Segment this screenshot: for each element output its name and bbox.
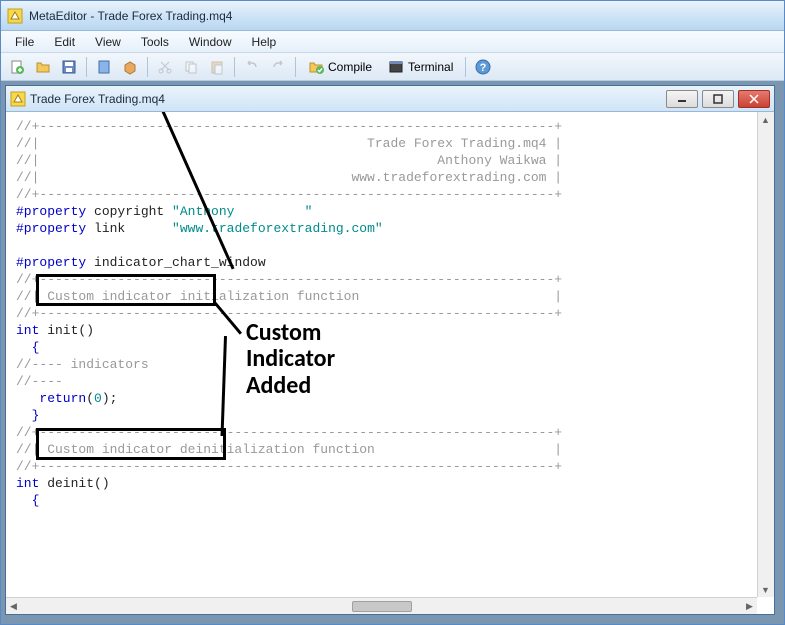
maximize-button[interactable] (702, 90, 734, 108)
paste-button[interactable] (205, 56, 229, 78)
titlebar[interactable]: MetaEditor - Trade Forex Trading.mq4 (1, 1, 784, 31)
code-token: deinit() (39, 476, 109, 491)
workspace: Trade Forex Trading.mq4 //+-------------… (1, 81, 784, 624)
terminal-icon (388, 59, 404, 75)
compile-icon (308, 59, 324, 75)
toolbar-separator (147, 57, 148, 77)
code-token: int (16, 323, 39, 338)
code-line: //---- (16, 374, 63, 389)
scroll-left-icon[interactable]: ◀ (6, 599, 21, 614)
close-button[interactable] (738, 90, 770, 108)
compile-label: Compile (328, 60, 372, 74)
code-token: ( (86, 391, 94, 406)
code-line: //| www.tradeforextrading.com | (16, 170, 562, 185)
save-button[interactable] (57, 56, 81, 78)
code-token: return (16, 391, 86, 406)
code-token: "www.tradeforextrading.com" (172, 221, 383, 236)
scroll-down-icon[interactable]: ▼ (758, 582, 773, 597)
code-line: //+-------------------------------------… (16, 119, 562, 134)
code-token: init() (39, 323, 94, 338)
code-token: #property (16, 255, 86, 270)
code-token: int (16, 476, 39, 491)
document-title: Trade Forex Trading.mq4 (30, 92, 666, 106)
compile-button[interactable]: Compile (301, 56, 379, 78)
copy-button[interactable] (179, 56, 203, 78)
document-titlebar[interactable]: Trade Forex Trading.mq4 (6, 86, 774, 112)
code-token: "Anthony " (172, 204, 312, 219)
menu-tools[interactable]: Tools (131, 33, 179, 51)
box-button[interactable] (118, 56, 142, 78)
cut-button[interactable] (153, 56, 177, 78)
code-line: //+-------------------------------------… (16, 272, 562, 287)
scroll-up-icon[interactable]: ▲ (758, 112, 773, 127)
main-window: MetaEditor - Trade Forex Trading.mq4 Fil… (0, 0, 785, 625)
redo-button[interactable] (266, 56, 290, 78)
menubar: File Edit View Tools Window Help (1, 31, 784, 53)
code-line: //+-------------------------------------… (16, 425, 562, 440)
new-file-button[interactable] (5, 56, 29, 78)
terminal-label: Terminal (408, 60, 453, 74)
code-line: //| Anthony Waikwa | (16, 153, 562, 168)
toolbar-separator (234, 57, 235, 77)
scroll-right-icon[interactable]: ▶ (742, 599, 757, 614)
code-token: copyright (86, 204, 172, 219)
editor-content[interactable]: //+-------------------------------------… (6, 112, 774, 515)
app-title: MetaEditor - Trade Forex Trading.mq4 (29, 9, 232, 23)
code-token: link (86, 221, 172, 236)
menu-view[interactable]: View (85, 33, 131, 51)
code-token: #property (16, 221, 86, 236)
help-button[interactable]: ? (471, 56, 495, 78)
menu-help[interactable]: Help (242, 33, 287, 51)
app-icon (7, 8, 23, 24)
window-controls (666, 90, 770, 108)
code-line: //+-------------------------------------… (16, 306, 562, 321)
horizontal-scrollbar[interactable]: ◀ ▶ (6, 597, 757, 614)
menu-edit[interactable]: Edit (44, 33, 85, 51)
code-line: //+-------------------------------------… (16, 187, 562, 202)
minimize-button[interactable] (666, 90, 698, 108)
scroll-thumb[interactable] (352, 601, 412, 612)
toolbar-separator (86, 57, 87, 77)
code-line: } (16, 408, 39, 423)
undo-button[interactable] (240, 56, 264, 78)
book-button[interactable] (92, 56, 116, 78)
svg-text:?: ? (480, 62, 487, 74)
menu-window[interactable]: Window (179, 33, 242, 51)
vertical-scrollbar[interactable]: ▲ ▼ (757, 112, 774, 597)
terminal-button[interactable]: Terminal (381, 56, 460, 78)
document-icon (10, 91, 26, 107)
code-token: indicator_chart_window (86, 255, 265, 270)
code-line: //| Custom indicator deinitialization fu… (16, 442, 562, 457)
code-line: //| Trade Forex Trading.mq4 | (16, 136, 562, 151)
code-token: #property (16, 204, 86, 219)
code-line: { (16, 340, 39, 355)
toolbar: Compile Terminal ? (1, 53, 784, 81)
code-editor[interactable]: //+-------------------------------------… (6, 112, 774, 614)
menu-file[interactable]: File (5, 33, 44, 51)
code-line: //| Custom indicator initialization func… (16, 289, 562, 304)
document-window: Trade Forex Trading.mq4 //+-------------… (5, 85, 775, 615)
toolbar-separator (465, 57, 466, 77)
code-line: //+-------------------------------------… (16, 459, 562, 474)
toolbar-separator (295, 57, 296, 77)
code-line: //---- indicators (16, 357, 149, 372)
code-line: { (16, 493, 39, 508)
open-file-button[interactable] (31, 56, 55, 78)
code-token: 0 (94, 391, 102, 406)
code-token: ); (102, 391, 118, 406)
